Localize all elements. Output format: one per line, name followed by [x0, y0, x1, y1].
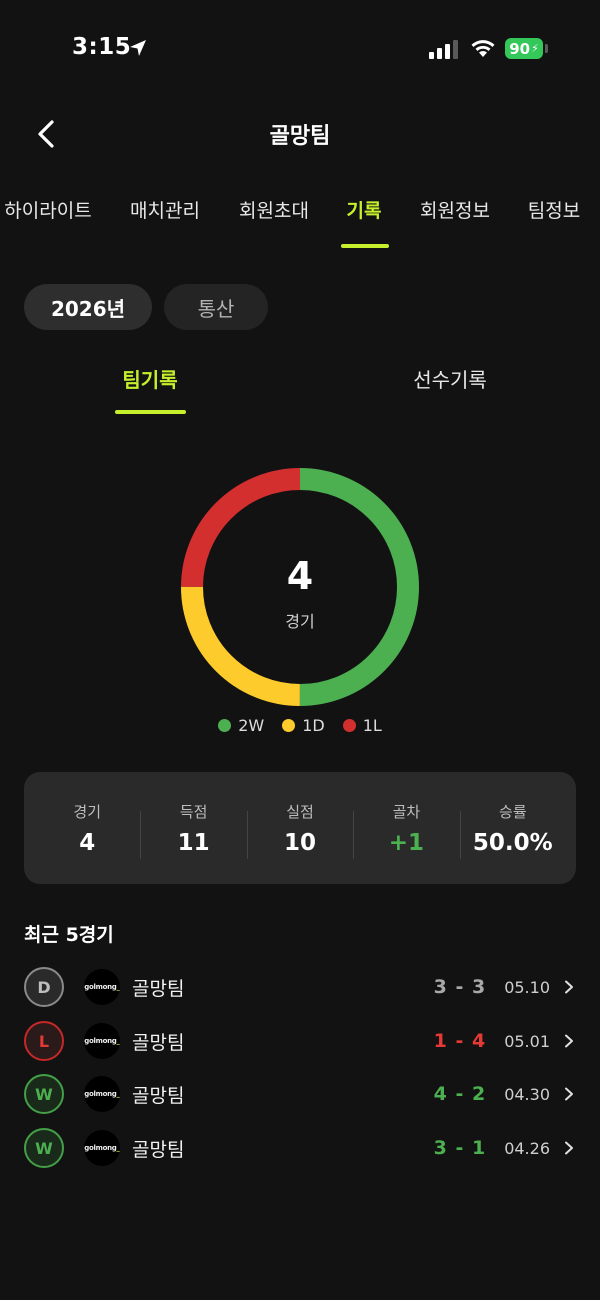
match-date: 04.30 [504, 1084, 550, 1104]
team-logo-text: golmong [84, 983, 117, 991]
opponent-team-name: 골망팀 [132, 1138, 185, 1161]
stat-win-rate: 승률 50.0% [459, 801, 566, 859]
team-logo-text: golmong [84, 1144, 117, 1152]
team-logo-text: golmong [84, 1037, 117, 1045]
stat-goal-difference: 골차 +1 [353, 801, 459, 859]
legend-label-draw: 1D [302, 716, 325, 735]
subtab-player-record[interactable]: 선수기록 [413, 364, 487, 393]
stat-value: +1 [388, 829, 425, 856]
stat-label: 승률 [499, 802, 527, 821]
stat-goals-against: 실점 10 [246, 801, 353, 859]
legend-item-draw: 1D [282, 716, 325, 735]
match-score: 3 - 3 [433, 976, 487, 998]
legend-dot-draw [282, 719, 296, 732]
stat-value: 4 [79, 829, 96, 856]
stat-value: 50.0% [472, 829, 553, 856]
opponent-team-name: 골망팀 [132, 977, 185, 1000]
opponent-team-name: 골망팀 [132, 1084, 185, 1107]
chevron-right-icon [565, 1034, 573, 1048]
match-score: 1 - 4 [433, 1030, 487, 1052]
team-logo: golmong _ [84, 1076, 120, 1112]
cellular-signal-icon [429, 40, 458, 59]
active-tab-indicator [341, 244, 389, 248]
stat-label: 득점 [179, 802, 208, 821]
match-score: 3 - 1 [433, 1137, 487, 1159]
charging-bolt-icon: ⚡ [531, 42, 539, 55]
status-bar: 3:15 90 ⚡ [0, 0, 600, 96]
opponent-team-name: 골망팀 [132, 1031, 185, 1054]
match-date: 04.26 [504, 1138, 550, 1158]
match-row[interactable]: W golmong _ 골망팀 3 - 1 04.26 [24, 1125, 576, 1171]
stat-label: 경기 [73, 802, 101, 821]
match-date: 05.01 [504, 1031, 550, 1051]
active-subtab-indicator [115, 410, 186, 414]
match-date: 05.10 [504, 977, 550, 997]
match-row[interactable]: W golmong _ 골망팀 4 - 2 04.30 [24, 1071, 576, 1117]
year-filter-chip[interactable]: 2026년 [24, 284, 152, 330]
team-logo: golmong _ [84, 1023, 120, 1059]
team-logo: golmong _ [84, 1130, 120, 1166]
tab-team-info[interactable]: 팀정보 [528, 196, 580, 223]
battery-level: 90 [509, 39, 531, 58]
team-stats-card: 경기 4 득점 11 실점 10 골차 +1 승률 50.0% [24, 772, 576, 884]
tab-match-management[interactable]: 매치관리 [130, 196, 200, 223]
result-badge-win: W [24, 1128, 64, 1168]
status-time: 3:15 [72, 34, 132, 60]
main-tabs: 하이라이트 매치관리 회원초대 기록 회원정보 팀정보 [0, 190, 600, 250]
page-title: 골망팀 [269, 124, 331, 149]
stat-label: 골차 [392, 802, 421, 821]
donut-total-matches: 4 [286, 554, 314, 598]
legend-dot-loss [342, 719, 356, 732]
donut-center-label: 경기 [285, 612, 315, 631]
legend-item-loss: 1L [342, 716, 382, 735]
chevron-right-icon [565, 1087, 573, 1101]
stat-label: 실점 [286, 802, 314, 821]
team-logo-text: golmong [84, 1090, 117, 1098]
tab-records[interactable]: 기록 [347, 196, 382, 223]
chevron-right-icon [565, 1141, 573, 1155]
legend-label-loss: 1L [362, 716, 382, 735]
chart-legend: 2W 1D 1L [0, 716, 600, 735]
tab-invite-members[interactable]: 회원초대 [239, 196, 309, 223]
wifi-icon [471, 40, 495, 57]
recent-matches-title: 최근 5경기 [24, 924, 114, 946]
stat-value: 11 [177, 829, 210, 856]
result-badge-loss: L [24, 1021, 64, 1061]
legend-dot-win [218, 719, 232, 732]
tab-highlight[interactable]: 하이라이트 [4, 196, 91, 223]
tab-member-info[interactable]: 회원정보 [420, 196, 490, 223]
stat-goals-for: 득점 11 [140, 801, 246, 859]
total-filter-chip[interactable]: 통산 [164, 284, 268, 330]
location-arrow-icon [130, 40, 146, 56]
match-row[interactable]: D golmong _ 골망팀 3 - 3 05.10 [24, 964, 576, 1010]
legend-item-win: 2W [218, 716, 264, 735]
stat-matches: 경기 4 [34, 801, 140, 856]
chevron-right-icon [565, 980, 573, 994]
battery-indicator: 90 ⚡ [505, 38, 543, 59]
legend-label-win: 2W [238, 716, 265, 735]
stat-value: 10 [284, 829, 317, 856]
battery-cap [545, 44, 548, 53]
result-badge-win: W [24, 1074, 64, 1114]
subtab-team-record[interactable]: 팀기록 [122, 364, 177, 393]
match-score: 4 - 2 [433, 1083, 487, 1105]
team-logo: golmong _ [84, 969, 120, 1005]
result-badge-draw: D [24, 967, 64, 1007]
match-row[interactable]: L golmong _ 골망팀 1 - 4 05.01 [24, 1018, 576, 1064]
